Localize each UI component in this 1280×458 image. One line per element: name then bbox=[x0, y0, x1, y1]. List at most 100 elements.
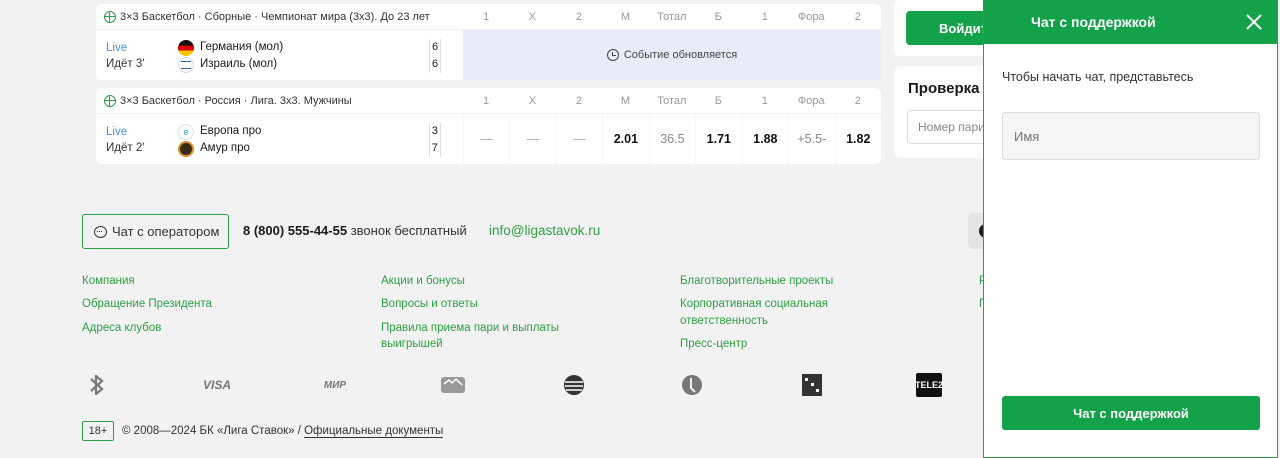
live-badge: Live bbox=[106, 126, 128, 138]
close-icon[interactable] bbox=[1246, 14, 1262, 30]
score2: 7 bbox=[431, 142, 438, 154]
col-head-handicap: Фора bbox=[797, 10, 825, 23]
match-time: Идёт 2′ bbox=[106, 142, 145, 154]
bet-number-input[interactable]: Номер пари bbox=[907, 110, 992, 144]
age-limit-badge: 18+ bbox=[82, 421, 114, 441]
event-header: 3×3 Баскетбол · Сборные · Чемпионат мира… bbox=[96, 4, 881, 30]
col-head-1: 1 bbox=[482, 10, 490, 23]
odd-2[interactable]: — bbox=[555, 114, 602, 164]
europa-logo-icon: e bbox=[178, 123, 194, 140]
visa-icon: VISA bbox=[202, 378, 231, 392]
start-chat-button[interactable]: Чат с поддержкой bbox=[1002, 396, 1260, 430]
footer-links-col1: Компания Обращение Президента Адреса клу… bbox=[82, 270, 212, 340]
match-time: Идёт 3′ bbox=[106, 58, 145, 70]
odd-total: 36.5 bbox=[648, 114, 695, 164]
updating-text: Событие обновляется bbox=[623, 49, 738, 61]
score-box: 6 6 bbox=[429, 39, 441, 73]
support-chat-panel: Чат с поддержкой Чтобы начать чат, предс… bbox=[983, 0, 1278, 458]
qiwi-icon bbox=[680, 373, 704, 397]
email-link[interactable]: info@ligastavok.ru bbox=[489, 223, 600, 238]
mir-icon: МИР bbox=[323, 379, 347, 391]
official-docs-link[interactable]: Официальные документы bbox=[304, 425, 444, 438]
bluetooth-pay-icon bbox=[87, 373, 107, 397]
col-head-h2: 2 bbox=[854, 94, 861, 107]
chat-header: Чат с поддержкой bbox=[984, 0, 1277, 44]
payment-logos: VISA МИР TELE2 bbox=[82, 373, 952, 397]
bet-check-title: Проверка bbox=[908, 80, 980, 97]
score1: 3 bbox=[431, 125, 438, 137]
link-company[interactable]: Компания bbox=[82, 270, 212, 293]
link-president[interactable]: Обращение Президента bbox=[82, 293, 212, 316]
col-head-m: М bbox=[620, 94, 630, 107]
col-head-h1: 1 bbox=[761, 10, 768, 23]
tele2-icon: TELE2 bbox=[915, 373, 943, 397]
israel-flag-icon bbox=[178, 56, 194, 73]
odd-m[interactable]: 2.01 bbox=[602, 114, 648, 164]
link-charity[interactable]: Благотворительные проекты bbox=[680, 270, 880, 293]
col-head-2: 2 bbox=[575, 94, 582, 107]
col-head-over: Б bbox=[714, 94, 722, 107]
phone-number[interactable]: 8 (800) 555-44-55 bbox=[243, 223, 347, 238]
chat-intro-text: Чтобы начать чат, представьтесь bbox=[1002, 70, 1194, 84]
team1-name: Европа про bbox=[200, 125, 262, 137]
odd-1[interactable]: — bbox=[462, 114, 509, 164]
score2: 6 bbox=[432, 58, 439, 70]
chat-title: Чат с поддержкой bbox=[1031, 14, 1156, 30]
phone-note: звонок бесплатный bbox=[350, 223, 467, 238]
event-card-1: 3×3 Баскетбол · Сборные · Чемпионат мира… bbox=[96, 4, 881, 80]
score-box: 3 7 bbox=[428, 123, 441, 157]
copyright-text: © 2008—2024 БК «Лига Ставок» / bbox=[122, 425, 301, 437]
league-title[interactable]: 3×3 Баскетбол · Сборные · Чемпионат мира… bbox=[96, 10, 463, 23]
event-header: 3×3 Баскетбол · Россия · Лига. 3х3. Мужч… bbox=[96, 88, 881, 114]
mts-icon bbox=[800, 373, 824, 397]
col-head-x: X bbox=[528, 94, 537, 107]
chat-operator-label: Чат с оператором bbox=[112, 224, 220, 239]
odd-handicap-value: +5.5- bbox=[788, 114, 834, 164]
copyright: © 2008—2024 БК «Лига Ставок» / Официальн… bbox=[122, 425, 444, 438]
league-name: 3×3 Баскетбол · Сборные · Чемпионат мира… bbox=[120, 10, 430, 23]
col-head-over: Б bbox=[714, 10, 722, 23]
germany-flag-icon bbox=[178, 39, 194, 56]
name-input[interactable] bbox=[1002, 112, 1260, 160]
col-head-h1: 1 bbox=[761, 94, 768, 107]
odd-handicap1[interactable]: 1.88 bbox=[741, 114, 788, 164]
col-head-total: Тотал bbox=[657, 10, 687, 23]
link-clubs[interactable]: Адреса клубов bbox=[82, 317, 212, 340]
col-head-2: 2 bbox=[575, 10, 582, 23]
match-info[interactable]: Live Идёт 2′ e Европа про Амур про 3 7 bbox=[96, 114, 463, 164]
league-name: 3×3 Баскетбол · Россия · Лига. 3х3. Мужч… bbox=[120, 94, 352, 107]
event-card-2: 3×3 Баскетбол · Россия · Лига. 3х3. Мужч… bbox=[96, 88, 881, 164]
live-badge: Live bbox=[106, 42, 128, 54]
score1: 6 bbox=[432, 41, 439, 53]
footer-links-col2: Акции и бонусы Вопросы и ответы Правила … bbox=[381, 270, 581, 357]
link-faq[interactable]: Вопросы и ответы bbox=[381, 293, 581, 316]
team2-name: Израиль (мол) bbox=[200, 58, 278, 70]
footer-links-col3: Благотворительные проекты Корпоративная … bbox=[680, 270, 880, 357]
chat-bubble-icon bbox=[94, 225, 107, 238]
team2-name: Амур про bbox=[200, 142, 250, 154]
amur-logo-icon bbox=[178, 140, 194, 157]
link-csr[interactable]: Корпоративная социальная ответственность bbox=[680, 293, 880, 333]
col-head-1: 1 bbox=[482, 94, 490, 107]
odd-handicap2[interactable]: 1.82 bbox=[834, 114, 881, 164]
match-info[interactable]: Live Идёт 3′ Германия (мол) Израиль (мол… bbox=[96, 30, 463, 80]
col-head-h2: 2 bbox=[854, 10, 861, 23]
hotline: 8 (800) 555-44-55 звонок бесплатный bbox=[243, 223, 467, 238]
chat-operator-button[interactable]: Чат с оператором bbox=[82, 214, 229, 249]
card-icon bbox=[439, 373, 467, 397]
col-head-handicap: Фора bbox=[797, 94, 825, 107]
col-head-total: Тотал bbox=[657, 94, 687, 107]
league-title[interactable]: 3×3 Баскетбол · Россия · Лига. 3х3. Мужч… bbox=[96, 94, 463, 107]
col-head-x: X bbox=[528, 10, 537, 23]
basketball-icon bbox=[104, 94, 116, 107]
link-press[interactable]: Пресс-центр bbox=[680, 333, 880, 356]
event-updating-banner: Событие обновляется bbox=[463, 30, 881, 80]
link-promos[interactable]: Акции и бонусы bbox=[381, 270, 581, 293]
col-head-m: М bbox=[620, 10, 630, 23]
odd-over[interactable]: 1.71 bbox=[695, 114, 741, 164]
team1-name: Германия (мол) bbox=[200, 41, 284, 53]
clock-icon bbox=[606, 49, 619, 61]
odd-x[interactable]: — bbox=[509, 114, 555, 164]
beeline-icon bbox=[562, 373, 586, 397]
link-rules[interactable]: Правила приема пари и выплаты выигрышей bbox=[381, 317, 581, 357]
